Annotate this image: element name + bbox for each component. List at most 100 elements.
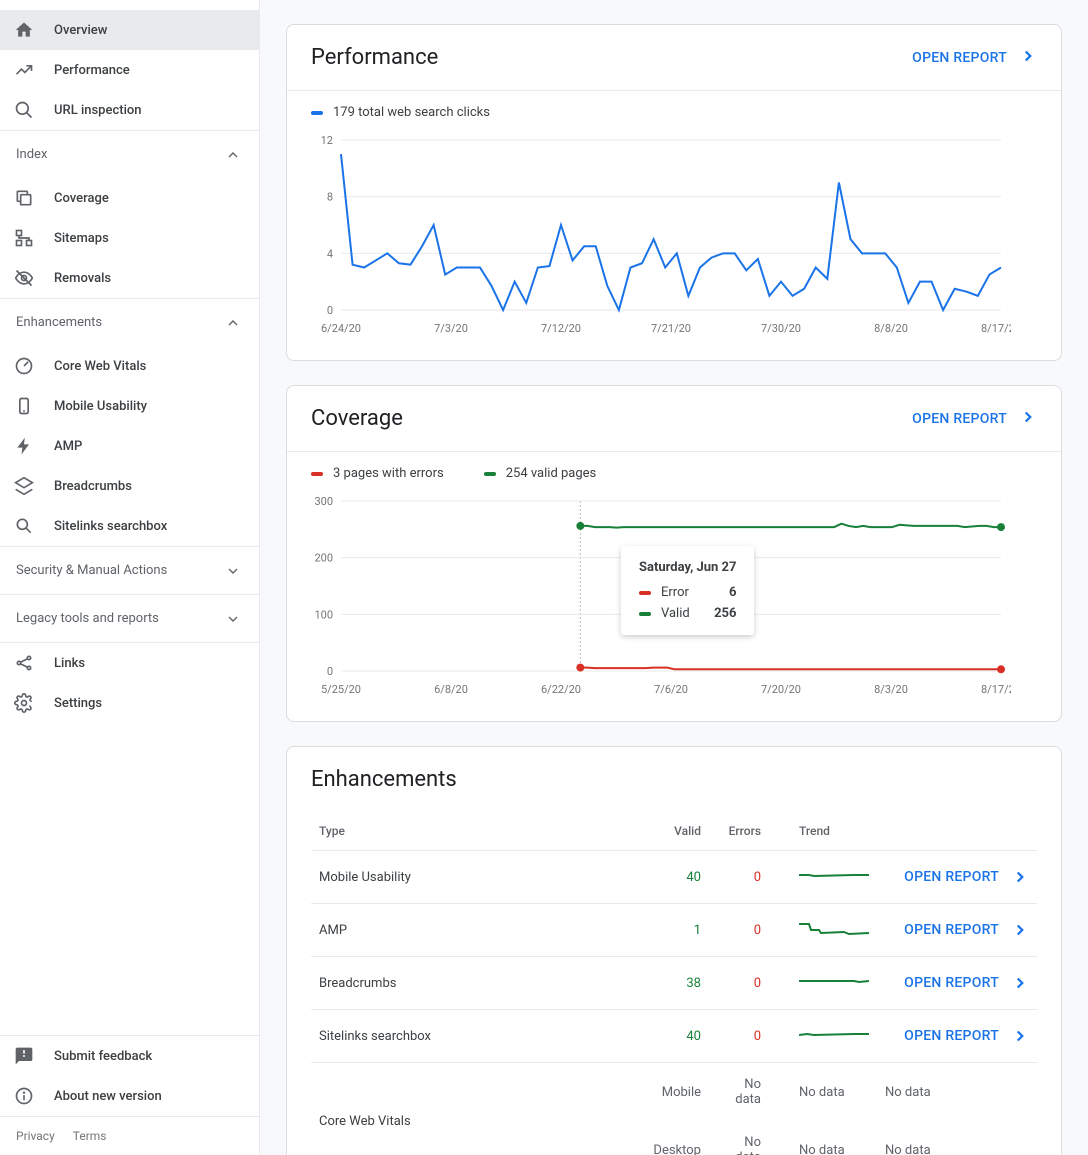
sidebar-section-security[interactable]: Security & Manual Actions: [0, 546, 259, 594]
section-title: Security & Manual Actions: [16, 563, 167, 578]
tooltip-valid-label: Valid: [661, 606, 690, 621]
info-icon: [14, 1086, 34, 1106]
enh-valid: 40: [645, 1010, 709, 1063]
coverage-tooltip: Saturday, Jun 27 Error 6 Valid 256: [621, 546, 754, 635]
sidebar-item-label: Mobile Usability: [54, 399, 147, 414]
svg-text:6/22/20: 6/22/20: [541, 683, 581, 696]
open-report-label: OPEN REPORT: [912, 50, 1007, 66]
open-report-performance-button[interactable]: OPEN REPORT: [912, 47, 1037, 69]
visibility-off-icon: [14, 268, 34, 288]
svg-text:5/25/20: 5/25/20: [321, 683, 361, 696]
sidebar-legal-links: Privacy Terms: [0, 1116, 259, 1155]
svg-text:8/17/20: 8/17/20: [981, 322, 1011, 335]
sidebar-item-core-web-vitals[interactable]: Core Web Vitals: [0, 346, 259, 386]
gear-icon: [14, 693, 34, 713]
col-valid: Valid: [645, 812, 709, 851]
sidebar-item-amp[interactable]: AMP: [0, 426, 259, 466]
enh-type: Mobile Usability: [311, 851, 645, 904]
col-errors: Errors: [709, 812, 769, 851]
sidebar-item-sitelinks-searchbox[interactable]: Sitelinks searchbox: [0, 506, 259, 546]
enh-errors: 0: [709, 1010, 769, 1063]
sidebar-section-index[interactable]: Index: [0, 130, 259, 178]
table-row: Breadcrumbs 38 0 OPEN REPORT: [311, 957, 1037, 1010]
sidebar-item-url-inspection[interactable]: URL inspection: [0, 90, 259, 130]
sidebar-item-label: Core Web Vitals: [54, 359, 146, 374]
svg-text:7/30/20: 7/30/20: [761, 322, 801, 335]
open-report-enh-button[interactable]: OPEN REPORT: [885, 1027, 1029, 1045]
sidebar-item-performance[interactable]: Performance: [0, 50, 259, 90]
enh-trend: [769, 1010, 877, 1063]
sidebar-item-mobile-usability[interactable]: Mobile Usability: [0, 386, 259, 426]
chevron-down-icon: [223, 609, 243, 629]
section-title: Enhancements: [16, 315, 102, 330]
enh-valid: 40: [645, 851, 709, 904]
sidebar-item-label: AMP: [54, 439, 82, 454]
section-title: Index: [16, 147, 47, 162]
col-type: Type: [311, 812, 645, 851]
svg-text:7/20/20: 7/20/20: [761, 683, 801, 696]
sitemap-icon: [14, 228, 34, 248]
svg-text:8/8/20: 8/8/20: [874, 322, 908, 335]
svg-text:100: 100: [314, 608, 333, 621]
tooltip-valid-value: 256: [714, 606, 736, 621]
svg-text:200: 200: [314, 552, 333, 565]
cwv-nodata: No data: [709, 1121, 769, 1155]
sidebar-item-label: Settings: [54, 696, 102, 711]
svg-text:6/8/20: 6/8/20: [434, 683, 468, 696]
sidebar-item-removals[interactable]: Removals: [0, 258, 259, 298]
svg-text:7/12/20: 7/12/20: [541, 322, 581, 335]
trending-up-icon: [14, 60, 34, 80]
sidebar-item-sitemaps[interactable]: Sitemaps: [0, 218, 259, 258]
sidebar-item-links[interactable]: Links: [0, 643, 259, 683]
open-report-label: OPEN REPORT: [912, 411, 1007, 427]
performance-card-title: Performance: [311, 45, 438, 70]
sidebar-item-label: Breadcrumbs: [54, 479, 132, 494]
sidebar-section-enhancements[interactable]: Enhancements: [0, 298, 259, 346]
sidebar-section-legacy[interactable]: Legacy tools and reports: [0, 594, 259, 642]
col-trend: Trend: [769, 812, 877, 851]
sidebar-item-about-new-version[interactable]: About new version: [0, 1076, 259, 1116]
sidebar-item-label: Sitelinks searchbox: [54, 519, 167, 534]
cwv-nodata: No data: [709, 1063, 769, 1122]
chevron-up-icon: [223, 145, 243, 165]
svg-text:0: 0: [327, 304, 333, 317]
performance-chart: 048126/24/207/3/207/12/207/21/207/30/208…: [311, 130, 1037, 340]
open-report-enh-button[interactable]: OPEN REPORT: [885, 974, 1029, 992]
share-icon: [14, 653, 34, 673]
tooltip-date: Saturday, Jun 27: [639, 560, 736, 575]
sidebar-item-label: Overview: [54, 23, 107, 38]
sidebar-item-settings[interactable]: Settings: [0, 683, 259, 723]
coverage-chart: 01002003005/25/206/8/206/22/207/6/207/20…: [311, 491, 1037, 701]
svg-text:300: 300: [314, 495, 333, 508]
terms-link[interactable]: Terms: [73, 1129, 107, 1143]
sidebar-item-submit-feedback[interactable]: Submit feedback: [0, 1036, 259, 1076]
search-icon: [14, 100, 34, 120]
speed-icon: [14, 356, 34, 376]
sidebar-item-label: URL inspection: [54, 103, 142, 118]
chevron-up-icon: [223, 313, 243, 333]
open-report-enh-button[interactable]: OPEN REPORT: [885, 868, 1029, 886]
open-report-enh-button[interactable]: OPEN REPORT: [885, 921, 1029, 939]
svg-text:7/6/20: 7/6/20: [654, 683, 688, 696]
cwv-platform: Desktop: [645, 1121, 709, 1155]
enhancements-table: Type Valid Errors Trend Mobile Usability…: [311, 812, 1037, 1155]
feedback-icon: [14, 1046, 34, 1066]
chevron-down-icon: [223, 561, 243, 581]
open-report-coverage-button[interactable]: OPEN REPORT: [912, 408, 1037, 430]
sidebar-item-coverage[interactable]: Coverage: [0, 178, 259, 218]
sidebar-item-breadcrumbs[interactable]: Breadcrumbs: [0, 466, 259, 506]
tooltip-error-label: Error: [661, 585, 689, 600]
sidebar-item-label: Sitemaps: [54, 231, 109, 246]
bolt-icon: [14, 436, 34, 456]
privacy-link[interactable]: Privacy: [16, 1129, 55, 1143]
main-content: Performance OPEN REPORT 179 total web se…: [260, 0, 1088, 1155]
coverage-card-title: Coverage: [311, 406, 403, 431]
table-row: AMP 1 0 OPEN REPORT: [311, 904, 1037, 957]
svg-text:7/3/20: 7/3/20: [434, 322, 468, 335]
home-icon: [14, 20, 34, 40]
sidebar-item-label: Removals: [54, 271, 111, 286]
sidebar-item-overview[interactable]: Overview: [0, 10, 259, 50]
sidebar-item-label: About new version: [54, 1089, 162, 1104]
enh-errors: 0: [709, 957, 769, 1010]
enh-type: Breadcrumbs: [311, 957, 645, 1010]
